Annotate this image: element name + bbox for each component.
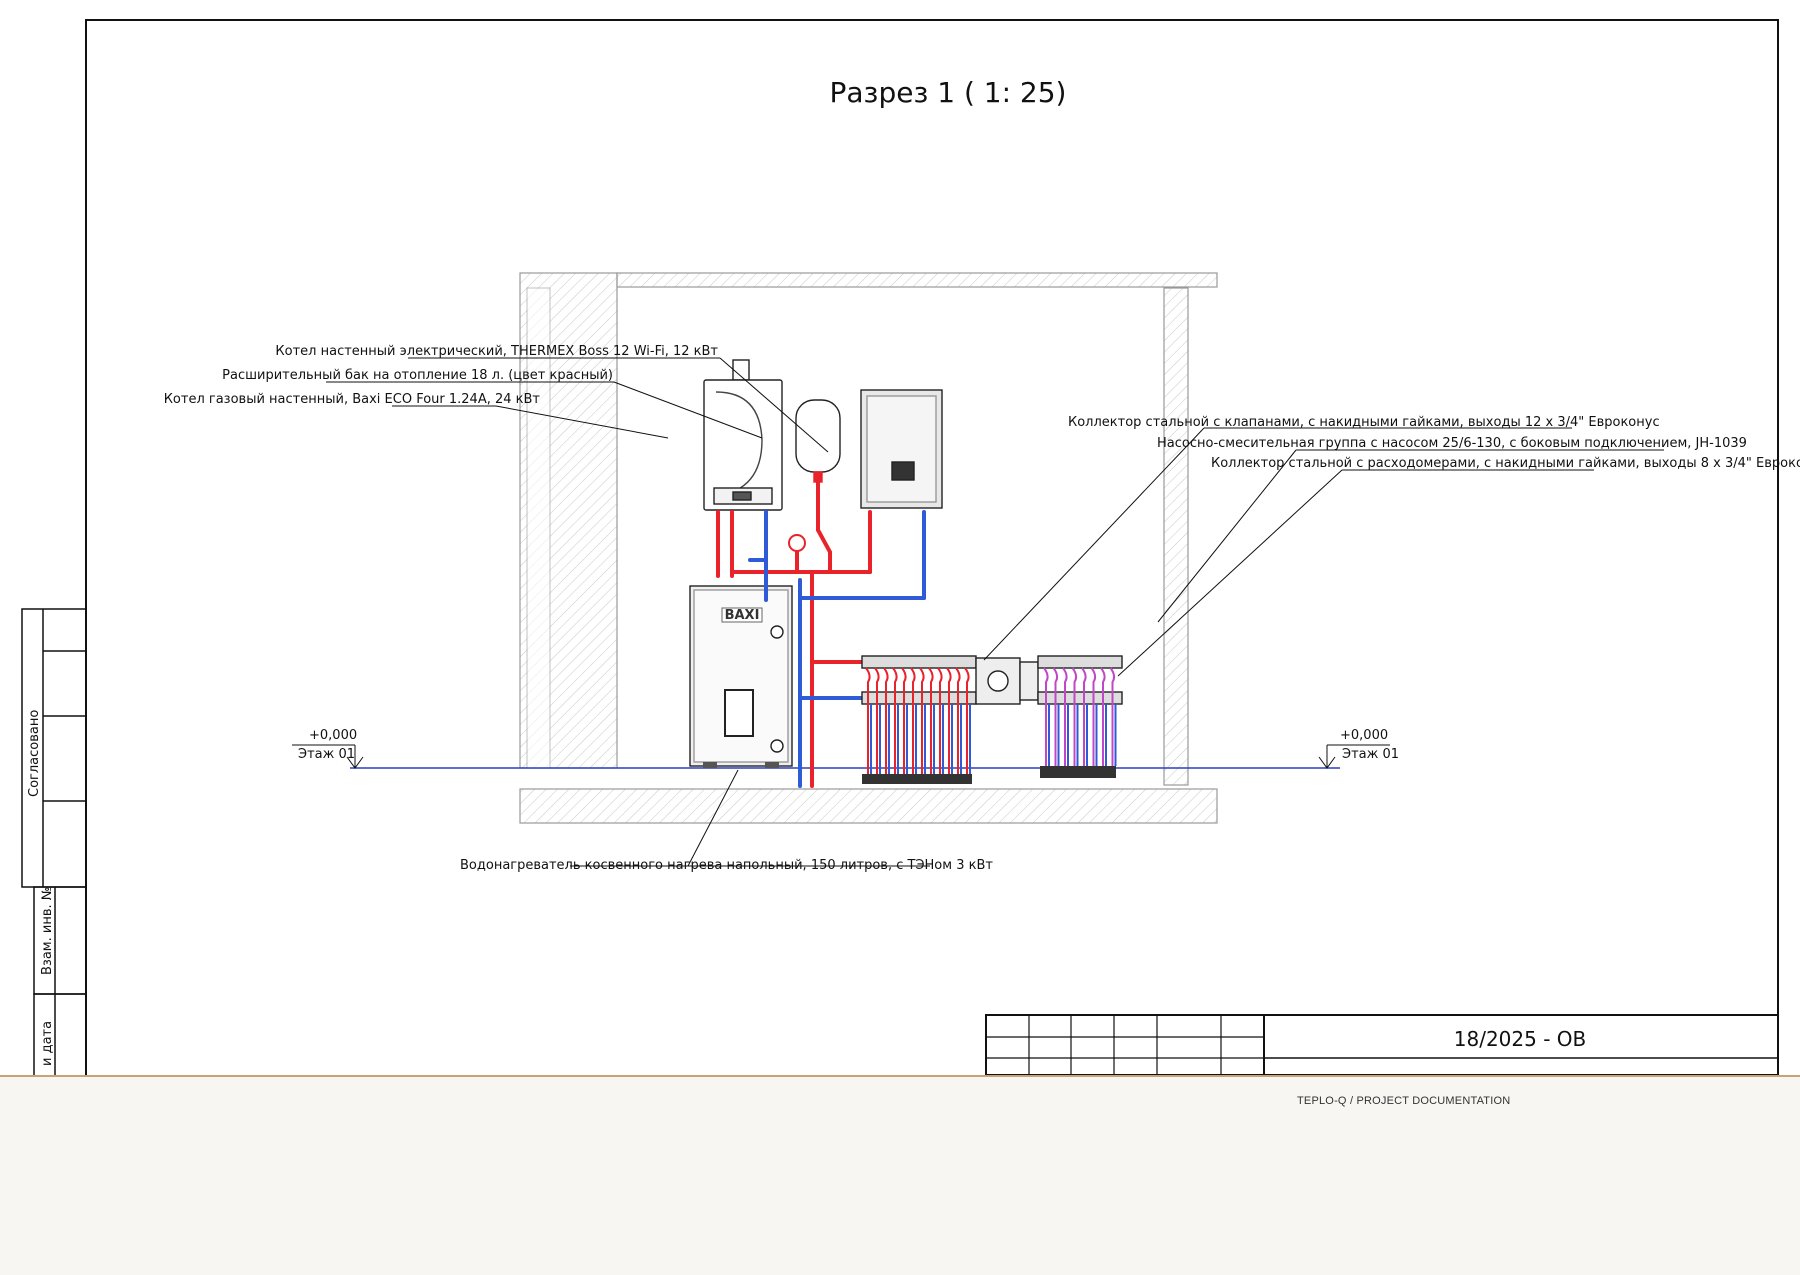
loop-supply-tube: [1052, 667, 1059, 766]
date-label: и дата: [40, 1021, 55, 1066]
loop-supply-tube: [892, 667, 898, 774]
callout-gas-boiler: Котел газовый настенный, Baxi ECO Four 1…: [164, 392, 541, 407]
title-block: [985, 1014, 1779, 1075]
loop-supply-tube: [1081, 667, 1087, 766]
loop-supply-tube: [910, 667, 916, 774]
drawing-title: Разрез 1 ( 1: 25): [830, 76, 1067, 109]
loop-supply-tube: [1109, 667, 1116, 766]
callout-water-heater: Водонагреватель косвенного нагрева напол…: [460, 858, 993, 873]
footer-label: TEPLO-Q / PROJECT DOCUMENTATION: [1297, 1095, 1511, 1107]
mixing-pump-group: [975, 657, 1039, 705]
right-wall: [1163, 287, 1189, 786]
document-code: 18/2025 - ОВ: [1454, 1027, 1586, 1051]
loop-supply-tube: [928, 667, 934, 774]
loop-supply-tube: [946, 667, 952, 774]
drawing-sheet: Согласовано Взам. инв. № и дата 18/2025 …: [0, 0, 1800, 1075]
callout-electric-boiler: Котел настенный электрический, THERMEX B…: [275, 344, 718, 359]
expansion-tank: [795, 399, 841, 483]
section-drawing: Согласовано Взам. инв. № и дата 18/2025 …: [21, 19, 1800, 1075]
electric-boiler: [703, 359, 783, 511]
callout-mixing-group: Насосно-смесительная группа с насосом 25…: [1157, 436, 1747, 451]
loop-supply-tube: [919, 667, 925, 774]
level-left-value: +0,000: [309, 728, 357, 743]
inventory-label: Взам. инв. №: [40, 887, 55, 975]
level-right-name: Этаж 01: [1342, 747, 1399, 762]
heating-collector: [861, 655, 977, 784]
loop-supply-tube: [955, 667, 961, 774]
callout-heating-collector: Коллектор стальной с клапанами, с накидн…: [1068, 415, 1660, 430]
level-left-name: Этаж 01: [298, 747, 355, 762]
callout-expansion-tank: Расширительный бак на отопление 18 л. (ц…: [222, 368, 613, 383]
loop-supply-tube: [865, 667, 871, 774]
footer-bar: TEPLO-Q / PROJECT DOCUMENTATION: [0, 1075, 1800, 1275]
loop-supply-tube: [901, 667, 907, 774]
floor-slab: [519, 788, 1218, 824]
loop-supply-tube: [1100, 667, 1106, 766]
level-right-value: +0,000: [1340, 728, 1388, 743]
approved-label: Согласовано: [27, 710, 42, 797]
loop-supply-tube: [1090, 667, 1097, 766]
sheet-frame: [85, 19, 1779, 1075]
loop-supply-tube: [937, 667, 943, 774]
approval-stamp: [21, 608, 87, 1075]
loop-supply-tube: [1062, 667, 1068, 766]
loop-supply-tube: [1043, 667, 1049, 766]
floor-collector: [1037, 655, 1123, 778]
loop-supply-tube: [964, 667, 970, 774]
gas-boiler: [860, 389, 943, 509]
ceiling-slab: [616, 272, 1218, 288]
loop-supply-tube: [874, 667, 880, 774]
loop-supply-tube: [1071, 667, 1078, 766]
pressure-gauge-icon: [788, 534, 806, 552]
tank-brand-mark: BAXI: [725, 608, 760, 623]
callout-floor-collector: Коллектор стальной с расходомерами, с на…: [1211, 456, 1800, 471]
loop-supply-tube: [883, 667, 889, 774]
